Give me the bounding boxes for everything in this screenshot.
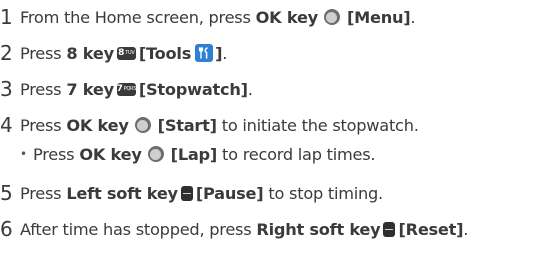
step-number: 3 <box>0 77 13 101</box>
key-name: OK key <box>66 115 129 135</box>
key-digit: 8 <box>118 47 125 58</box>
step-1: 1 From the Home screen, press OK key [Me… <box>0 4 416 30</box>
step-text-end: to initiate the stopwatch. <box>221 115 419 135</box>
step-text: Press <box>20 79 62 99</box>
step-4: 4 Press OK key [Start] to initiate the s… <box>0 112 419 138</box>
seven-key-icon: 7 PQRS <box>116 82 137 96</box>
ok-key-icon <box>323 9 340 25</box>
step-text: Press <box>20 183 62 203</box>
key-name: Right soft key <box>256 219 381 239</box>
lap-label: [Lap] <box>170 144 218 164</box>
tools-label-close: ] <box>215 43 223 63</box>
step-text-end: . <box>463 219 469 239</box>
step-text: Press <box>20 115 62 135</box>
step-3: 3 Press 7 key 7 PQRS [Stopwatch] . <box>0 76 253 102</box>
step-number: 1 <box>0 5 13 29</box>
step-2: 2 Press 8 key 8 TUV [Tools ] . <box>0 40 227 66</box>
key-name: 8 key <box>66 43 114 63</box>
eight-key-icon: 8 TUV <box>116 46 136 60</box>
step-4-bullet: • Press OK key [Lap] to record lap times… <box>20 142 376 166</box>
step-text-end: . <box>410 7 416 27</box>
key-digit: 7 <box>116 83 123 94</box>
step-text-end: to record lap times. <box>222 144 376 164</box>
step-text: After time has stopped, press <box>20 219 252 239</box>
right-soft-key-icon <box>383 221 396 237</box>
wrench-icon <box>198 47 208 59</box>
reset-label: [Reset] <box>398 219 464 239</box>
step-number: 2 <box>0 41 13 65</box>
step-text-end: to stop timing. <box>268 183 383 203</box>
pause-label: [Pause] <box>195 183 264 203</box>
step-text: Press <box>20 43 62 63</box>
key-name: OK key <box>255 7 319 27</box>
start-label: [Start] <box>157 115 217 135</box>
key-name: OK key <box>79 144 142 164</box>
step-text-end: . <box>247 79 253 99</box>
bullet-marker: • <box>20 147 27 161</box>
left-soft-key-icon <box>180 185 193 201</box>
key-name: 7 key <box>66 79 114 99</box>
ok-key-icon <box>134 117 151 133</box>
stopwatch-label: [Stopwatch] <box>138 79 248 99</box>
key-letters: PQRS <box>123 85 137 92</box>
tools-label: [Tools <box>138 43 192 63</box>
step-text: Press <box>33 144 75 164</box>
key-letters: TUV <box>125 49 135 56</box>
step-number: 5 <box>0 181 13 205</box>
tools-app-icon <box>195 44 214 62</box>
menu-label: [Menu] <box>346 7 411 27</box>
step-text: From the Home screen, press <box>20 7 251 27</box>
step-number: 6 <box>0 217 13 241</box>
step-text-end: . <box>222 43 228 63</box>
ok-key-icon <box>147 146 164 162</box>
step-number: 4 <box>0 113 13 137</box>
step-6: 6 After time has stopped, press Right so… <box>0 216 468 242</box>
instruction-steps: 1 From the Home screen, press OK key [Me… <box>0 0 560 253</box>
key-name: Left soft key <box>66 183 178 203</box>
step-5: 5 Press Left soft key [Pause] to stop ti… <box>0 180 383 206</box>
